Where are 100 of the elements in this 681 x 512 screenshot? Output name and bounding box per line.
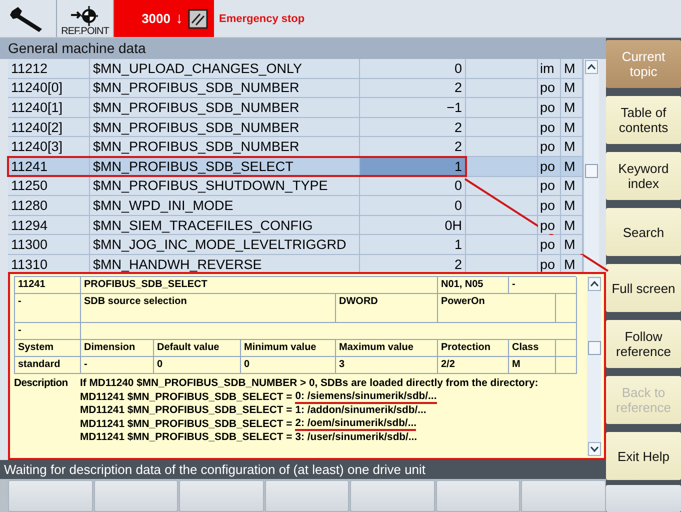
option-path: 3: /user/sinumerik/sdb/... [295, 431, 418, 444]
table-cell: 11240[0] [8, 78, 90, 98]
list-title: General machine data [0, 38, 606, 59]
table-cell: PROFIBUS_SDB_SELECT [81, 277, 438, 294]
table-cell: System [15, 340, 81, 357]
table-cell: po [538, 254, 561, 272]
table-cell: 0 [241, 357, 336, 374]
softkey-button[interactable] [436, 480, 520, 512]
softkey-button[interactable] [264, 480, 350, 512]
scroll-thumb[interactable] [588, 341, 600, 355]
machine-data-row[interactable]: 11240[2] $MN_PROFIBUS_SDB_NUMBER 2 po M [8, 118, 583, 138]
option-name: MD11241 $MN_PROFIBUS_SDB_SELECT = [80, 404, 292, 418]
table-cell: $MN_SIEM_TRACEFILES_CONFIG [90, 216, 360, 234]
table-cell: - [509, 277, 577, 294]
softkey-button[interactable]: Keyword index [606, 152, 681, 200]
softkey-button[interactable]: Search [606, 208, 681, 256]
option-path: 2: /oem/sinumerik/sdb/... [295, 418, 416, 431]
table-cell: po [538, 196, 561, 215]
table-cell: $MN_PROFIBUS_SDB_NUMBER [90, 98, 360, 117]
table-cell: 11241 [8, 156, 90, 176]
table-cell: standard [15, 357, 81, 374]
table-cell: Dimension [81, 340, 154, 357]
scroll-down-icon[interactable] [588, 442, 600, 456]
table-cell: 11240[3] [8, 137, 90, 156]
softkey-button[interactable] [350, 480, 435, 512]
softkey-button[interactable]: Follow reference [606, 320, 681, 368]
table-cell: Maximum value [336, 340, 438, 357]
option-path: 0: /siemens/sinumerik/sdb/... [295, 390, 437, 404]
table-cell: po [538, 176, 561, 196]
option-name: MD11241 $MN_PROFIBUS_SDB_SELECT = [80, 390, 292, 404]
ref-point-label: REF.POINT [61, 26, 109, 37]
table-cell: - [81, 357, 154, 374]
table-cell: −1 [360, 98, 466, 117]
table-cell: 11250 [8, 176, 90, 196]
table-cell: M [561, 235, 583, 254]
machine-data-row[interactable]: 11300 $MN_JOG_INC_MODE_LEVELTRIGGRD 1 po M [8, 235, 583, 255]
table-cell [556, 294, 577, 323]
machine-data-row[interactable]: 11240[0] $MN_PROFIBUS_SDB_NUMBER 2 po M [8, 78, 583, 98]
table-cell: po [538, 78, 561, 98]
machine-data-row[interactable]: 11212 $MN_UPLOAD_CHANGES_ONLY 0 im M [8, 59, 583, 79]
scroll-up-icon[interactable] [585, 60, 598, 74]
option-name: MD11241 $MN_PROFIBUS_SDB_SELECT = [80, 418, 292, 431]
alarm-text: Emergency stop [219, 12, 305, 24]
table-cell: 0 [360, 59, 466, 78]
table-cell: po [538, 98, 561, 117]
machine-data-row[interactable]: 11250 $MN_PROFIBUS_SHUTDOWN_TYPE 0 po M [8, 176, 583, 196]
scroll-thumb[interactable] [585, 164, 598, 178]
table-cell: PowerOn [438, 294, 556, 323]
table-cell: po [538, 216, 561, 234]
alarm-number: 3000 [142, 11, 170, 26]
machine-data-row[interactable]: 11310 $MN_HANDWH_REVERSE 2 po M [8, 254, 583, 272]
table-cell: 1 [360, 156, 466, 176]
table-cell: $MN_PROFIBUS_SDB_NUMBER [90, 78, 360, 98]
table-cell: N01, N05 [438, 277, 509, 294]
option-name: MD11241 $MN_PROFIBUS_SDB_SELECT = [80, 431, 292, 444]
option-path: 1: /addon/sinumerik/sdb/... [295, 404, 426, 418]
table-cell: SDB source selection [81, 294, 336, 323]
table-cell: 0 [360, 196, 466, 215]
table-cell: $MN_WPD_INI_MODE [90, 196, 360, 215]
machine-data-row[interactable]: 11280 $MN_WPD_INI_MODE 0 po M [8, 196, 583, 216]
table-cell: 11294 [8, 216, 90, 234]
table-cell: $MN_PROFIBUS_SDB_NUMBER [90, 137, 360, 156]
table-cell: 11241 [15, 277, 81, 294]
softkey-button[interactable] [521, 480, 606, 512]
table-cell: DWORD [336, 294, 438, 323]
table-cell: 2 [360, 137, 466, 156]
scrollbar[interactable] [587, 276, 601, 456]
table-cell: 11280 [8, 196, 90, 215]
table-cell: 0 [360, 176, 466, 196]
softkey-button[interactable]: Full screen [606, 264, 681, 312]
table-cell: Protection [438, 340, 509, 357]
machine-data-row[interactable]: 11241 $MN_PROFIBUS_SDB_SELECT 1 po M [8, 156, 583, 177]
softkey-button[interactable]: Table of contents [606, 96, 681, 144]
table-cell: 0 [154, 357, 241, 374]
machine-data-row[interactable]: 11294 $MN_SIEM_TRACEFILES_CONFIG 0H po M [8, 216, 583, 236]
softkey-button[interactable] [179, 480, 264, 512]
table-cell: im [538, 59, 561, 78]
table-cell: 11240[1] [8, 98, 90, 117]
softkey-button[interactable]: Exit Help [606, 432, 681, 480]
description-text: If MD11240 $MN_PROFIBUS_SDB_NUMBER > 0, SDBs are loaded directly from the directory: [80, 377, 538, 390]
machine-data-row[interactable]: 11240[3] $MN_PROFIBUS_SDB_NUMBER 2 po M [8, 137, 583, 157]
table-cell [556, 357, 577, 374]
table-cell: Minimum value [241, 340, 336, 357]
softkey-button[interactable] [94, 480, 178, 512]
table-cell: 11300 [8, 235, 90, 254]
table-cell: 2/2 [438, 357, 509, 374]
scrollbar[interactable] [583, 59, 599, 272]
table-cell: 0H [360, 216, 466, 234]
description-label: Description [14, 377, 69, 390]
scroll-up-icon[interactable] [588, 277, 600, 291]
table-cell: po [538, 235, 561, 254]
softkey-button[interactable] [8, 480, 93, 512]
table-cell: 2 [360, 118, 466, 136]
machine-data-row[interactable]: 11240[1] $MN_PROFIBUS_SDB_NUMBER −1 po M [8, 98, 583, 118]
table-cell: - [15, 323, 81, 340]
table-cell: $MN_UPLOAD_CHANGES_ONLY [90, 59, 360, 78]
table-cell: - [15, 294, 81, 323]
table-cell: M [509, 357, 556, 374]
table-cell: $MN_PROFIBUS_SDB_NUMBER [90, 118, 360, 136]
table-cell [556, 340, 577, 357]
